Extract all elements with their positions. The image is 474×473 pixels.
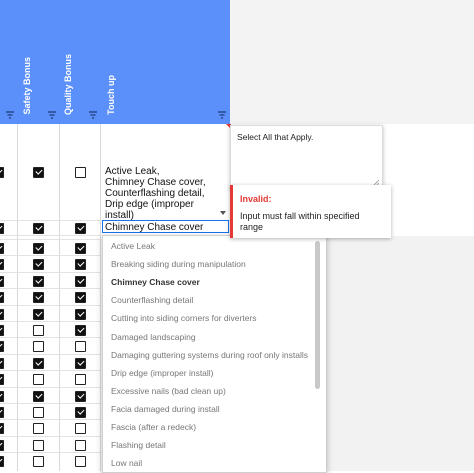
quality-bonus-checkbox[interactable] xyxy=(75,292,86,304)
safety-bonus-checkbox[interactable] xyxy=(33,374,44,386)
quality-bonus-checkbox[interactable] xyxy=(75,423,86,435)
note-text: Select All that Apply. xyxy=(237,132,314,142)
touch-up-edit-input[interactable]: Chimney Chase cover xyxy=(102,220,229,233)
safety-bonus-checkbox[interactable] xyxy=(0,308,4,320)
grid-line xyxy=(0,337,100,339)
safety-bonus-checkbox[interactable] xyxy=(33,223,44,234)
safety-bonus-checkbox[interactable] xyxy=(0,390,4,402)
quality-bonus-checkbox[interactable] xyxy=(75,259,86,271)
grid-line xyxy=(0,239,100,240)
quality-bonus-checkbox[interactable] xyxy=(75,341,86,353)
grid-line xyxy=(0,403,100,404)
grid-line xyxy=(0,353,100,355)
dropdown-option[interactable]: Damaging guttering systems during roof o… xyxy=(111,350,308,360)
dropdown-option[interactable]: Facia damaged during install xyxy=(111,404,220,414)
dropdown-option[interactable]: Cutting into siding corners for diverter… xyxy=(111,313,257,323)
grid-line xyxy=(0,288,100,290)
filter-icon[interactable] xyxy=(88,110,98,120)
dropdown-option[interactable]: Active Leak xyxy=(111,241,155,251)
validation-error-popup: Invalid: Input must fall within specifie… xyxy=(230,185,391,238)
header-quality-bonus[interactable]: Quality Bonus xyxy=(63,54,74,115)
touch-up-cell-text: Active Leak, Chimney Chase cover, Counte… xyxy=(105,166,206,221)
safety-bonus-checkbox[interactable] xyxy=(0,223,4,234)
grid-line xyxy=(100,124,101,471)
safety-bonus-checkbox[interactable] xyxy=(33,390,44,402)
quality-bonus-checkbox[interactable] xyxy=(75,167,86,178)
safety-bonus-checkbox[interactable] xyxy=(33,275,44,287)
quality-bonus-checkbox[interactable] xyxy=(75,456,86,468)
grid-line xyxy=(0,271,100,273)
safety-bonus-checkbox[interactable] xyxy=(0,341,4,353)
safety-bonus-checkbox[interactable] xyxy=(33,292,44,304)
quality-bonus-checkbox[interactable] xyxy=(75,439,86,451)
safety-bonus-checkbox[interactable] xyxy=(33,407,44,418)
grid-line xyxy=(0,452,100,454)
safety-bonus-checkbox[interactable] xyxy=(0,357,4,369)
safety-bonus-checkbox[interactable] xyxy=(33,456,44,468)
header-touch-up[interactable]: Touch up xyxy=(106,75,117,115)
safety-bonus-checkbox[interactable] xyxy=(0,423,4,435)
quality-bonus-checkbox[interactable] xyxy=(75,325,86,336)
quality-bonus-checkbox[interactable] xyxy=(75,275,86,287)
dropdown-option[interactable]: Fascia (after a redeck) xyxy=(111,422,196,432)
touch-up-cell[interactable]: Active Leak, Chimney Chase cover, Counte… xyxy=(105,166,228,221)
filter-icon[interactable] xyxy=(217,110,227,120)
header-safety-bonus[interactable]: Safety Bonus xyxy=(22,57,33,115)
safety-bonus-checkbox[interactable] xyxy=(0,292,4,304)
column-header-row: Safety Bonus Quality Bonus Touch up xyxy=(0,0,230,124)
safety-bonus-checkbox[interactable] xyxy=(0,407,4,418)
quality-bonus-checkbox[interactable] xyxy=(75,308,86,320)
grid-line xyxy=(0,435,100,437)
safety-bonus-checkbox[interactable] xyxy=(33,167,44,178)
safety-bonus-checkbox[interactable] xyxy=(0,456,4,468)
quality-bonus-checkbox[interactable] xyxy=(75,243,86,254)
safety-bonus-checkbox[interactable] xyxy=(0,259,4,271)
dropdown-arrow-icon[interactable] xyxy=(220,211,226,215)
dropdown-option[interactable]: Excessive nails (bad clean up) xyxy=(111,386,226,396)
grid-line xyxy=(0,304,100,306)
grid-line xyxy=(0,220,100,221)
quality-bonus-checkbox[interactable] xyxy=(75,374,86,386)
safety-bonus-checkbox[interactable] xyxy=(33,259,44,271)
touch-up-dropdown-list[interactable]: Active Leak Breaking siding during manipu… xyxy=(102,235,327,473)
error-title: Invalid: xyxy=(240,194,272,204)
quality-bonus-checkbox[interactable] xyxy=(75,390,86,402)
dropdown-option[interactable]: Damaged landscaping xyxy=(111,332,196,342)
safety-bonus-checkbox[interactable] xyxy=(0,374,4,386)
safety-bonus-checkbox[interactable] xyxy=(33,439,44,451)
safety-bonus-checkbox[interactable] xyxy=(0,243,4,254)
dropdown-option[interactable]: Breaking siding during manipulation xyxy=(111,259,246,269)
safety-bonus-checkbox[interactable] xyxy=(0,325,4,336)
grid-line xyxy=(0,235,100,236)
safety-bonus-checkbox[interactable] xyxy=(0,439,4,451)
cell-note-popup: Select All that Apply. xyxy=(230,125,383,190)
quality-bonus-checkbox[interactable] xyxy=(75,407,86,418)
safety-bonus-checkbox[interactable] xyxy=(0,167,4,178)
dropdown-option[interactable]: Counterflashing detail xyxy=(111,295,193,305)
filter-icon[interactable] xyxy=(47,110,57,120)
safety-bonus-checkbox[interactable] xyxy=(33,243,44,254)
safety-bonus-checkbox[interactable] xyxy=(33,341,44,353)
filter-icon[interactable] xyxy=(5,110,15,120)
grid-line xyxy=(0,386,100,388)
quality-bonus-checkbox[interactable] xyxy=(75,357,86,369)
dropdown-option[interactable]: Drip edge (improper install) xyxy=(111,368,214,378)
dropdown-scrollbar[interactable] xyxy=(315,241,320,389)
grid-line xyxy=(0,419,100,421)
safety-bonus-checkbox[interactable] xyxy=(33,357,44,369)
quality-bonus-checkbox[interactable] xyxy=(75,223,86,234)
safety-bonus-checkbox[interactable] xyxy=(0,275,4,287)
safety-bonus-checkbox[interactable] xyxy=(33,308,44,320)
grid-line xyxy=(0,370,100,372)
dropdown-option[interactable]: Low nail xyxy=(111,458,142,468)
dropdown-option[interactable]: Chimney Chase cover xyxy=(111,277,200,287)
safety-bonus-checkbox[interactable] xyxy=(33,325,44,336)
header-empty-area xyxy=(230,0,474,124)
error-message: Input must fall within specified range xyxy=(240,211,360,232)
safety-bonus-checkbox[interactable] xyxy=(33,423,44,435)
empty-sheet-area xyxy=(325,236,474,471)
grid-line xyxy=(0,321,100,322)
dropdown-option[interactable]: Flashing detail xyxy=(111,440,166,450)
grid-line xyxy=(0,255,100,257)
